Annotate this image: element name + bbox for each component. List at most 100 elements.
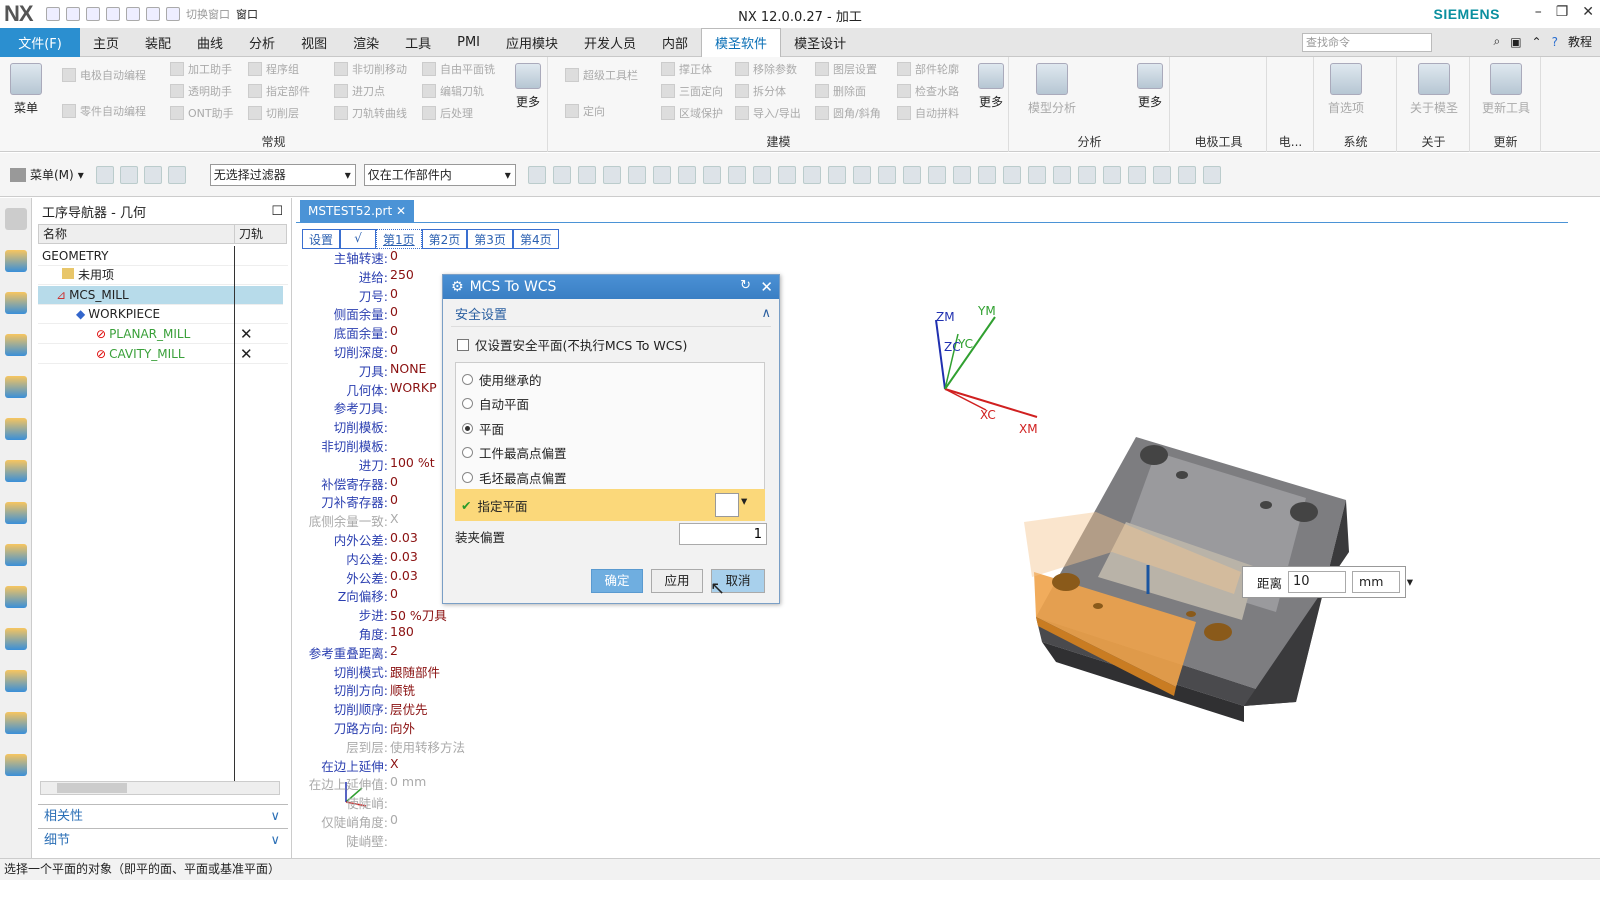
- switch-window-button[interactable]: 切换窗口: [186, 6, 230, 22]
- cut-icon[interactable]: [86, 7, 100, 21]
- scope-select[interactable]: 仅在工作部件内: [363, 163, 516, 186]
- window-menu-button[interactable]: 窗口: [236, 6, 258, 22]
- straighten-body[interactable]: 撑正体: [661, 61, 712, 77]
- line-icon[interactable]: [877, 165, 896, 184]
- part-auto-program[interactable]: 零件自动编程: [62, 103, 146, 119]
- constraint-navigator-icon[interactable]: [4, 292, 27, 314]
- settings-icon[interactable]: [4, 208, 27, 230]
- program-group[interactable]: 程序组: [248, 61, 299, 77]
- arc-center-icon[interactable]: [652, 165, 671, 184]
- arc-icon[interactable]: [902, 165, 921, 184]
- three-face-orient[interactable]: 三面定向: [661, 83, 723, 99]
- tab-page-2[interactable]: 第2页: [421, 229, 468, 249]
- accordion-related[interactable]: ∨ 相关性: [38, 804, 288, 828]
- tab-render[interactable]: 渲染: [340, 28, 392, 57]
- tab-curve[interactable]: 曲线: [184, 28, 236, 57]
- point-on-face-icon[interactable]: [752, 165, 771, 184]
- tree-row-workpiece[interactable]: ◆ WORKPIECE: [38, 305, 288, 324]
- window-layout-icon[interactable]: ▣: [1510, 35, 1521, 49]
- radio-part-top-offset[interactable]: 工件最高点偏置: [456, 441, 764, 466]
- wireframe-icon[interactable]: [852, 165, 871, 184]
- tree-row-geometry[interactable]: GEOMETRY: [38, 247, 288, 266]
- close-icon[interactable]: ✕: [1582, 4, 1594, 20]
- tab-mosheng-software[interactable]: 模圣软件: [701, 27, 782, 57]
- layer-icon[interactable]: [1152, 165, 1171, 184]
- machine-tool-icon[interactable]: [4, 418, 27, 440]
- tab-assembly[interactable]: 装配: [132, 28, 184, 57]
- end-point-icon[interactable]: [552, 165, 571, 184]
- non-cutting-moves[interactable]: 非切削移动: [334, 61, 407, 77]
- edit-section-icon[interactable]: [1202, 165, 1221, 184]
- more-button-2[interactable]: 更多: [975, 63, 1007, 110]
- box-select-icon[interactable]: [802, 165, 821, 184]
- point-on-curve-icon[interactable]: [727, 165, 746, 184]
- radio-inherited[interactable]: 使用继承的: [456, 367, 764, 392]
- search-icon[interactable]: ⌕: [1493, 34, 1500, 49]
- transparent-helper[interactable]: 透明助手: [170, 83, 232, 99]
- specify-part[interactable]: 指定部件: [248, 83, 310, 99]
- bounded-grid-icon[interactable]: [777, 165, 796, 184]
- tab-home[interactable]: 主页: [80, 28, 132, 57]
- assembly-nav-icon[interactable]: [119, 165, 138, 184]
- tab-view[interactable]: 视图: [288, 28, 340, 57]
- reuse-library-icon[interactable]: [4, 460, 27, 482]
- section-safety-settings[interactable]: 安全设置 ∧: [451, 301, 771, 327]
- remove-params[interactable]: 移除参数: [735, 61, 797, 77]
- operation-navigator-icon[interactable]: [4, 376, 27, 398]
- tree-row-mcs-mill[interactable]: ⊿ MCS_MILL: [38, 286, 283, 305]
- apply-button[interactable]: 应用: [651, 569, 703, 593]
- part-outline[interactable]: 部件轮廓: [897, 61, 959, 77]
- clamp-offset-input[interactable]: [679, 523, 767, 545]
- horizontal-scrollbar[interactable]: [40, 781, 280, 795]
- robot-icon[interactable]: [4, 754, 27, 776]
- copy-icon[interactable]: [106, 7, 120, 21]
- collapse-ribbon-icon[interactable]: ⌃: [1532, 35, 1542, 49]
- check-waterline[interactable]: 检查水路: [897, 83, 959, 99]
- safe-plane-only-checkbox[interactable]: 仅设置安全平面(不执行MCS To WCS): [457, 335, 779, 354]
- accordion-details[interactable]: ∨ 细节: [38, 828, 288, 852]
- assembly-navigator-icon[interactable]: [4, 250, 27, 272]
- area-protect[interactable]: 区域保护: [661, 105, 723, 121]
- orient[interactable]: 定向: [565, 103, 605, 119]
- reset-icon[interactable]: ↻: [740, 278, 751, 293]
- existing-point-icon[interactable]: [702, 165, 721, 184]
- web-browser-icon[interactable]: [4, 502, 27, 524]
- layer-settings[interactable]: 图层设置: [815, 61, 877, 77]
- free-plane-mill[interactable]: 自由平面铣: [422, 61, 495, 77]
- type-filter-select[interactable]: 无选择过滤器: [209, 163, 356, 186]
- split-body[interactable]: 拆分体: [735, 83, 786, 99]
- preferences-button[interactable]: 首选项: [1323, 63, 1369, 116]
- tab-analysis[interactable]: 分析: [236, 28, 288, 57]
- cut-levels[interactable]: 切削层: [248, 105, 299, 121]
- plane-type-dropdown[interactable]: ▾: [741, 493, 763, 517]
- file-menu[interactable]: 文件(F): [0, 27, 80, 57]
- undo-icon[interactable]: [66, 7, 80, 21]
- tab-page-1[interactable]: 第1页: [376, 229, 422, 249]
- help-icon[interactable]: ?: [1552, 35, 1558, 49]
- command-search-input[interactable]: 查找命令: [1302, 33, 1432, 52]
- restore-icon[interactable]: ❐: [1556, 4, 1569, 20]
- snap-point-icon[interactable]: [527, 165, 546, 184]
- more-button-3[interactable]: 更多: [1134, 63, 1166, 110]
- delete-face[interactable]: 删除面: [815, 83, 866, 99]
- rotate-icon[interactable]: [1052, 165, 1071, 184]
- paste-icon[interactable]: [126, 7, 140, 21]
- close-icon[interactable]: ✕: [396, 204, 406, 218]
- ont-helper[interactable]: ONT助手: [170, 105, 234, 121]
- electrode-auto-program[interactable]: 电极自动编程: [62, 67, 146, 83]
- palette-icon[interactable]: [4, 712, 27, 734]
- specify-plane-row[interactable]: ✔ 指定平面 ▾: [455, 489, 765, 521]
- document-tab[interactable]: MSTEST52.prt ✕: [300, 200, 415, 222]
- mid-point-icon[interactable]: [577, 165, 596, 184]
- tab-page-4[interactable]: 第4页: [512, 229, 559, 249]
- pan-icon[interactable]: [1077, 165, 1096, 184]
- part-navigator-icon[interactable]: [4, 334, 27, 356]
- info-icon[interactable]: [4, 586, 27, 608]
- model-analysis-button[interactable]: 模型分析: [1022, 63, 1082, 116]
- tab-tools[interactable]: 工具: [392, 28, 444, 57]
- control-point-icon[interactable]: [602, 165, 621, 184]
- fit-view-icon[interactable]: [1002, 165, 1021, 184]
- about-mosheng-button[interactable]: 关于模圣: [1404, 63, 1464, 116]
- render-style-icon[interactable]: [1102, 165, 1121, 184]
- tab-check[interactable]: √: [340, 229, 377, 249]
